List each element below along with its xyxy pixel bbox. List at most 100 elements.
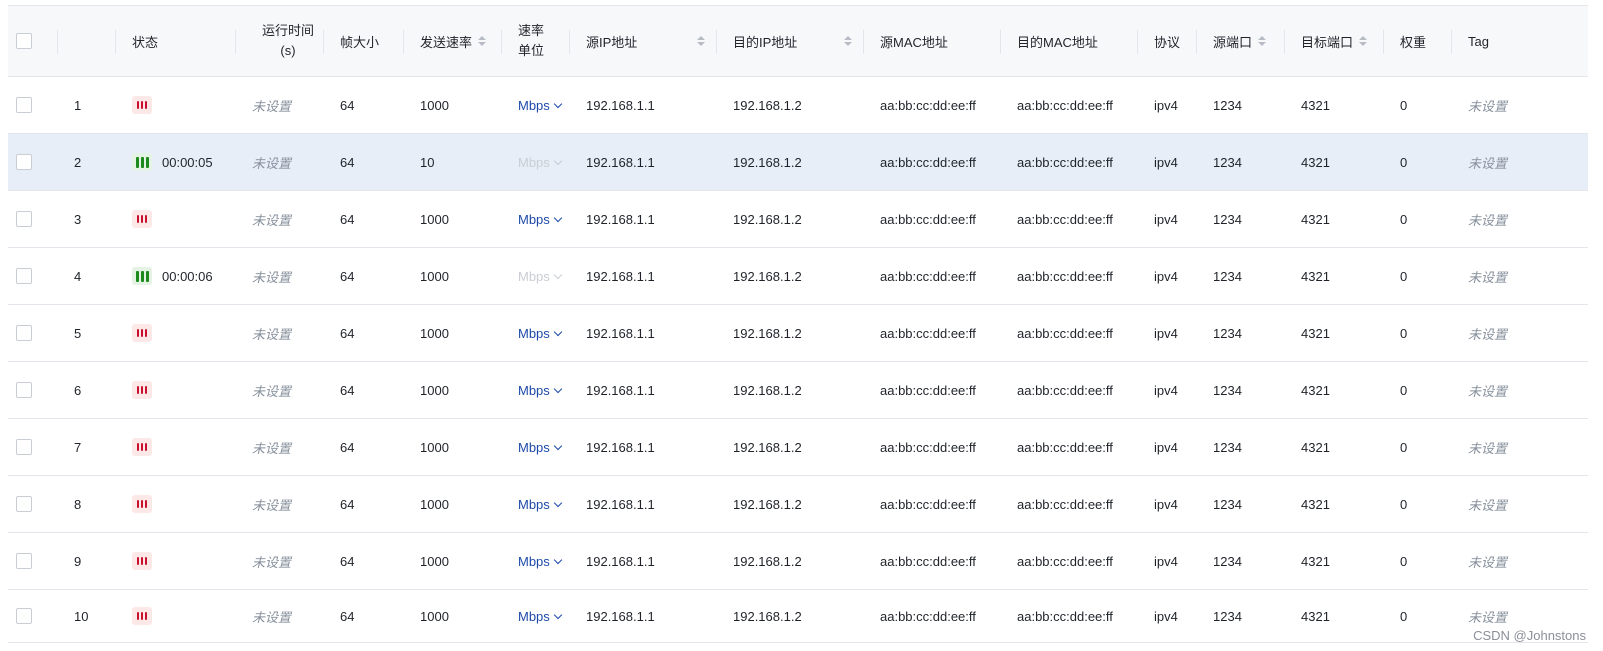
rate-unit-select[interactable]: Mbps <box>518 554 563 569</box>
stopped-status-icon[interactable] <box>132 324 152 342</box>
row-checkbox[interactable] <box>16 553 32 569</box>
row-send-rate-value: 1000 <box>420 211 449 227</box>
table-row[interactable]: 1 未设置 64 1000 Mbps 192.168.1.1 192.168.1.2 aa:b… <box>8 77 1588 134</box>
row-index-value: 5 <box>74 325 82 341</box>
row-dst-mac-value: aa:bb:cc:dd:ee:ff <box>1017 496 1113 512</box>
header-send-rate[interactable]: 发送速率 <box>404 6 502 76</box>
row-send-rate-value: 1000 <box>420 382 449 398</box>
table-row[interactable]: 10 未设置 64 1000 Mbps 192.168.1.1 192.168.1.2 aa:… <box>8 590 1588 643</box>
running-status-icon[interactable] <box>132 153 152 171</box>
row-src-port: 1234 <box>1197 590 1285 642</box>
row-checkbox[interactable] <box>16 325 32 341</box>
select-all-checkbox[interactable] <box>16 33 32 49</box>
stopped-status-icon[interactable] <box>132 96 152 114</box>
row-index-value: 2 <box>74 154 82 170</box>
row-frame-size-value: 64 <box>340 439 355 455</box>
sort-icon[interactable] <box>697 36 705 46</box>
row-runtime: 未设置 <box>236 476 324 532</box>
row-tag-value: 未设置 <box>1468 98 1508 114</box>
row-checkbox[interactable] <box>16 439 32 455</box>
row-select-cell <box>8 590 58 642</box>
header-dst-port[interactable]: 目标端口 <box>1285 6 1384 76</box>
row-checkbox[interactable] <box>16 97 32 113</box>
row-runtime-value: 未设置 <box>252 212 292 228</box>
row-rate-unit: Mbps <box>502 476 570 532</box>
sort-icon[interactable] <box>1258 36 1267 46</box>
row-weight: 0 <box>1384 476 1452 532</box>
row-dst-mac-value: aa:bb:cc:dd:ee:ff <box>1017 553 1113 569</box>
stopped-status-icon[interactable] <box>132 438 152 456</box>
row-index-value: 1 <box>74 97 82 113</box>
row-src-port-value: 1234 <box>1213 211 1242 227</box>
rate-unit-select[interactable]: Mbps <box>518 440 563 455</box>
table-row[interactable]: 8 未设置 64 1000 Mbps 192.168.1.1 192.168.1.2 aa:b… <box>8 476 1588 533</box>
sort-icon[interactable] <box>1359 36 1368 46</box>
row-protocol-value: ipv4 <box>1154 154 1178 170</box>
stream-table: 状态 运行时间 (s) 帧大小 发送速率 速率 单位 源IP地址 目的IP地址 … <box>8 5 1588 643</box>
table-row[interactable]: 9 未设置 64 1000 Mbps 192.168.1.1 192.168.1.2 aa:b… <box>8 533 1588 590</box>
header-src-port[interactable]: 源端口 <box>1197 6 1285 76</box>
row-protocol: ipv4 <box>1138 476 1197 532</box>
row-dst-ip-value: 192.168.1.2 <box>733 211 802 227</box>
row-protocol-value: ipv4 <box>1154 496 1178 512</box>
row-weight-value: 0 <box>1400 97 1408 113</box>
stopped-status-icon[interactable] <box>132 210 152 228</box>
row-dst-ip: 192.168.1.2 <box>717 362 864 418</box>
stopped-status-icon[interactable] <box>132 552 152 570</box>
row-index-value: 9 <box>74 553 82 569</box>
row-send-rate-value: 1000 <box>420 608 449 624</box>
row-checkbox[interactable] <box>16 211 32 227</box>
row-src-port: 1234 <box>1197 248 1285 304</box>
row-tag: 未设置 <box>1452 476 1588 532</box>
row-dst-port-value: 4321 <box>1301 211 1330 227</box>
row-dst-port: 4321 <box>1285 305 1384 361</box>
row-weight-value: 0 <box>1400 608 1408 624</box>
table-row[interactable]: 4 00:00:06 未设置 64 1000 Mbps 192.168.1.1 192.168… <box>8 248 1588 305</box>
row-tag-value: 未设置 <box>1468 440 1508 456</box>
sort-icon[interactable] <box>844 36 852 46</box>
stopped-status-icon[interactable] <box>132 495 152 513</box>
table-row[interactable]: 7 未设置 64 1000 Mbps 192.168.1.1 192.168.1.2 aa:b… <box>8 419 1588 476</box>
header-dst-ip[interactable]: 目的IP地址 <box>717 6 864 76</box>
stopped-status-icon[interactable] <box>132 607 152 625</box>
rate-unit-select[interactable]: Mbps <box>518 326 563 341</box>
table-row[interactable]: 6 未设置 64 1000 Mbps 192.168.1.1 192.168.1.2 aa:b… <box>8 362 1588 419</box>
row-frame-size: 64 <box>324 305 404 361</box>
header-tag: Tag <box>1452 6 1588 76</box>
rate-unit-select[interactable]: Mbps <box>518 98 563 113</box>
stopped-status-icon[interactable] <box>132 381 152 399</box>
row-runtime: 未设置 <box>236 419 324 475</box>
row-runtime: 未设置 <box>236 77 324 133</box>
row-dst-ip: 192.168.1.2 <box>717 476 864 532</box>
rate-unit-select[interactable]: Mbps <box>518 383 563 398</box>
header-src-port-label: 源端口 <box>1213 34 1253 50</box>
rate-unit-select[interactable]: Mbps <box>518 497 563 512</box>
row-checkbox[interactable] <box>16 154 32 170</box>
rate-unit-select[interactable]: Mbps <box>518 212 563 227</box>
row-src-ip: 192.168.1.1 <box>570 419 717 475</box>
row-tag-value: 未设置 <box>1468 383 1508 399</box>
row-index: 9 <box>58 533 116 589</box>
row-checkbox[interactable] <box>16 268 32 284</box>
row-dst-port: 4321 <box>1285 590 1384 642</box>
table-row[interactable]: 5 未设置 64 1000 Mbps 192.168.1.1 192.168.1.2 aa:b… <box>8 305 1588 362</box>
header-src-ip[interactable]: 源IP地址 <box>570 6 717 76</box>
table-row[interactable]: 2 00:00:05 未设置 64 10 Mbps 192.168.1.1 192.168.1… <box>8 134 1588 191</box>
row-weight-value: 0 <box>1400 268 1408 284</box>
row-checkbox[interactable] <box>16 382 32 398</box>
row-checkbox[interactable] <box>16 496 32 512</box>
row-protocol-value: ipv4 <box>1154 553 1178 569</box>
row-tag: 未设置 <box>1452 533 1588 589</box>
row-src-ip: 192.168.1.1 <box>570 77 717 133</box>
sort-icon[interactable] <box>478 36 487 46</box>
row-tag-value: 未设置 <box>1468 326 1508 342</box>
row-frame-size-value: 64 <box>340 553 355 569</box>
row-src-mac: aa:bb:cc:dd:ee:ff <box>864 362 1001 418</box>
rate-unit-select[interactable]: Mbps <box>518 609 563 624</box>
row-runtime: 未设置 <box>236 248 324 304</box>
row-select-cell <box>8 419 58 475</box>
chevron-down-icon <box>553 498 563 507</box>
table-row[interactable]: 3 未设置 64 1000 Mbps 192.168.1.1 192.168.1.2 aa:b… <box>8 191 1588 248</box>
row-checkbox[interactable] <box>16 608 32 624</box>
running-status-icon[interactable] <box>132 267 152 285</box>
